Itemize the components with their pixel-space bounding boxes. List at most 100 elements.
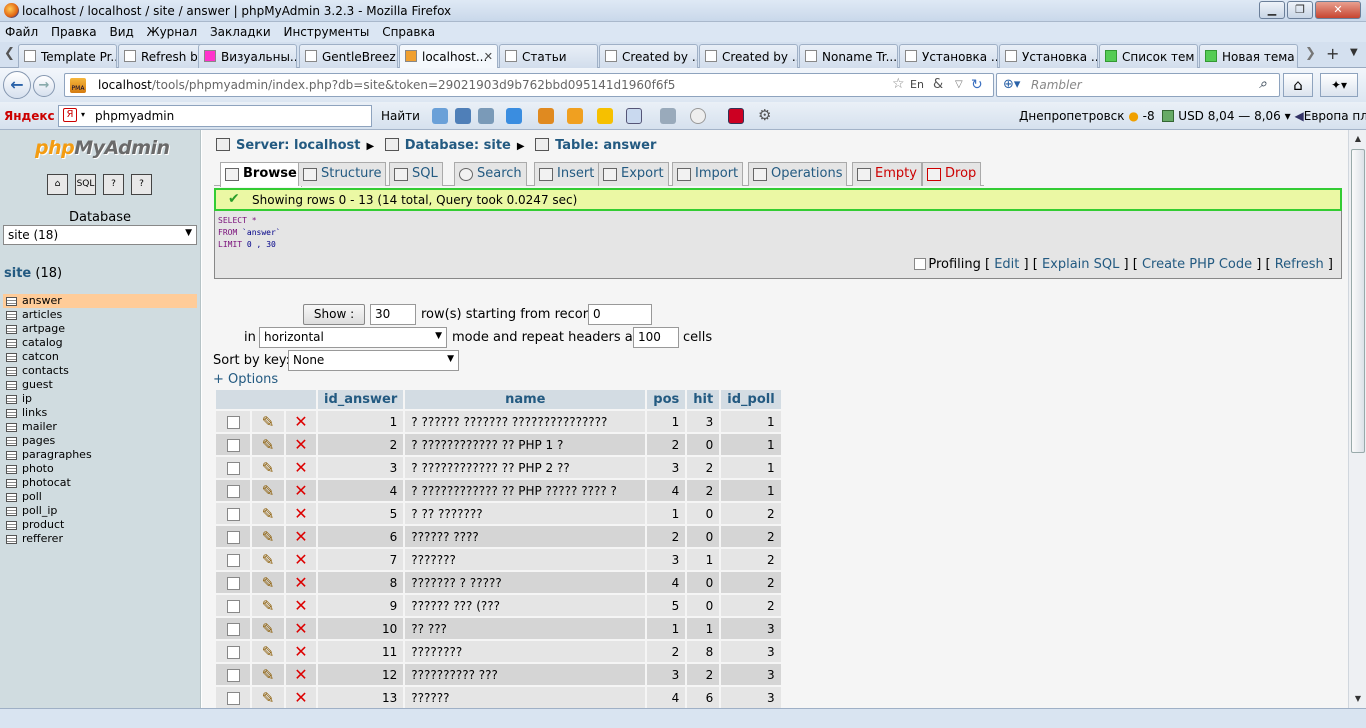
share-icon[interactable]	[660, 108, 676, 124]
explain-sql-link[interactable]: Explain SQL	[1042, 257, 1119, 272]
show-button[interactable]: Show :	[303, 304, 365, 325]
row-checkbox[interactable]	[226, 530, 240, 544]
yandex-search-input[interactable]: Я ▾ phpmyadmin	[58, 105, 372, 127]
yandex-find-button[interactable]: Найти	[381, 109, 420, 123]
vertical-scrollbar[interactable]: ▲ ▼	[1348, 130, 1366, 708]
menu-history[interactable]: Журнал	[142, 22, 202, 39]
search-icon[interactable]: ⌕	[1259, 76, 1267, 92]
edit-pencil-icon[interactable]: ✎	[262, 436, 275, 454]
table-link[interactable]: guest	[3, 378, 197, 392]
column-header-id-poll[interactable]: id_poll	[721, 390, 781, 409]
refresh-link[interactable]: Refresh	[1275, 257, 1324, 272]
edit-pencil-icon[interactable]: ✎	[262, 643, 275, 661]
tab-export[interactable]: Export	[598, 162, 669, 186]
table-row[interactable]: ✎ ✕ 9?????? ??? (??? 5 0 2	[216, 595, 781, 616]
table-link[interactable]: poll	[3, 490, 197, 504]
edit-pencil-icon[interactable]: ✎	[262, 413, 275, 431]
tab-sql[interactable]: SQL	[389, 162, 443, 186]
close-window-button[interactable]: ✕	[1315, 1, 1361, 19]
table-link[interactable]: mailer	[3, 420, 197, 434]
edit-link[interactable]: Edit	[994, 257, 1019, 272]
rows-input[interactable]: 30	[370, 304, 416, 325]
table-link[interactable]: product	[3, 518, 197, 532]
table-row[interactable]: ✎ ✕ 1? ?????? ??????? ??????????????? 1 3 1	[216, 411, 781, 432]
browser-tab[interactable]: Установка ...	[899, 44, 998, 68]
table-row[interactable]: ✎ ✕ 10?? ??? 1 1 3	[216, 618, 781, 639]
alert-icon[interactable]	[597, 108, 613, 124]
translate-icon[interactable]: En	[910, 78, 924, 91]
start-record-input[interactable]: 0	[588, 304, 652, 325]
scrollbar-thumb[interactable]	[1351, 149, 1365, 453]
spellcheck-icon[interactable]	[506, 108, 522, 124]
scroll-down-icon[interactable]: ▼	[1350, 691, 1366, 707]
mysql-docs-icon[interactable]: ?	[131, 174, 152, 195]
maximize-button[interactable]: ❐	[1287, 1, 1313, 19]
table-link[interactable]: links	[3, 406, 197, 420]
database-select[interactable]: site (18) ▼	[3, 225, 197, 245]
row-checkbox[interactable]	[226, 668, 240, 682]
table-link[interactable]: refferer	[3, 532, 197, 546]
table-row[interactable]: ✎ ✕ 2? ???????????? ?? PHP 1 ? 2 0 1	[216, 434, 781, 455]
browser-tab[interactable]: Template Pr...	[18, 44, 117, 68]
row-checkbox[interactable]	[226, 599, 240, 613]
weather-widget[interactable]: Днепропетровск ● -8 USD 8,04 — 8,06 ▾ ◀Е…	[1019, 109, 1366, 123]
translate-toolbar-icon[interactable]	[626, 108, 642, 124]
tab-import[interactable]: Import	[672, 162, 744, 186]
browser-tab[interactable]: Визуальны...	[198, 44, 297, 68]
create-php-link[interactable]: Create PHP Code	[1142, 257, 1252, 272]
tab-browse[interactable]: Browse	[220, 162, 302, 187]
tab-scroll-right-icon[interactable]: ❯	[1305, 46, 1316, 61]
menu-file[interactable]: Файл	[0, 22, 42, 39]
table-link[interactable]: pages	[3, 434, 197, 448]
table-link[interactable]: ip	[3, 392, 197, 406]
delete-icon[interactable]: ✕	[294, 412, 307, 431]
speaker-icon[interactable]: ◀	[1295, 109, 1304, 123]
sql-query-icon[interactable]: SQL	[75, 174, 96, 195]
delete-icon[interactable]: ✕	[294, 504, 307, 523]
home-icon[interactable]: ⌂	[47, 174, 68, 195]
addon-icon[interactable]: ✦▾	[1320, 73, 1358, 97]
row-checkbox[interactable]	[226, 622, 240, 636]
column-header-id-answer[interactable]: id_answer	[318, 390, 404, 409]
browser-tab[interactable]: Новая тема	[1199, 44, 1298, 68]
row-checkbox[interactable]	[226, 553, 240, 567]
browser-tab[interactable]: Noname Tr...	[799, 44, 898, 68]
options-toggle[interactable]: + Options	[213, 372, 278, 387]
tab-empty[interactable]: Empty	[852, 162, 922, 186]
usd-rate[interactable]: USD 8,04 — 8,06	[1178, 109, 1281, 123]
column-header-name[interactable]: name	[405, 390, 646, 409]
delete-icon[interactable]: ✕	[294, 665, 307, 684]
sort-key-select[interactable]: None ▼	[288, 350, 459, 371]
percent-icon[interactable]	[538, 108, 554, 124]
row-checkbox[interactable]	[226, 576, 240, 590]
back-icon[interactable]: ←	[3, 71, 31, 99]
edit-pencil-icon[interactable]: ✎	[262, 459, 275, 477]
edit-pencil-icon[interactable]: ✎	[262, 597, 275, 615]
browser-tab[interactable]: GentleBreez...	[299, 44, 398, 68]
dropdown-icon[interactable]: ▾	[81, 110, 85, 119]
envelope-icon[interactable]	[567, 108, 583, 124]
dropdown-icon[interactable]: ▾	[1285, 109, 1291, 123]
table-link[interactable]: contacts	[3, 364, 197, 378]
settings-gear-icon[interactable]: ⚙	[758, 106, 771, 124]
delete-icon[interactable]: ✕	[294, 481, 307, 500]
column-header-hit[interactable]: hit	[687, 390, 720, 409]
tab-search[interactable]: Search	[454, 162, 527, 186]
delete-icon[interactable]: ✕	[294, 596, 307, 615]
edit-pencil-icon[interactable]: ✎	[262, 505, 275, 523]
breadcrumb-database[interactable]: Database: site	[405, 138, 511, 153]
menu-help[interactable]: Справка	[377, 22, 439, 39]
menu-tools[interactable]: Инструменты	[278, 22, 373, 39]
edit-pencil-icon[interactable]: ✎	[262, 551, 275, 569]
table-row[interactable]: ✎ ✕ 11???????? 2 8 3	[216, 641, 781, 662]
table-link-answer[interactable]: answer	[3, 294, 197, 308]
table-row[interactable]: ✎ ✕ 4? ???????????? ?? PHP ????? ???? ? 4 2 1	[216, 480, 781, 501]
edit-pencil-icon[interactable]: ✎	[262, 620, 275, 638]
row-checkbox[interactable]	[226, 415, 240, 429]
menu-view[interactable]: Вид	[104, 22, 137, 39]
repeat-headers-input[interactable]: 100	[633, 327, 679, 348]
browser-tab[interactable]: Created by ...	[599, 44, 698, 68]
table-link[interactable]: artpage	[3, 322, 197, 336]
bookmark-star-icon[interactable]: ☆	[892, 76, 905, 92]
yandex-logo[interactable]: Яндекс ▾	[4, 109, 65, 123]
